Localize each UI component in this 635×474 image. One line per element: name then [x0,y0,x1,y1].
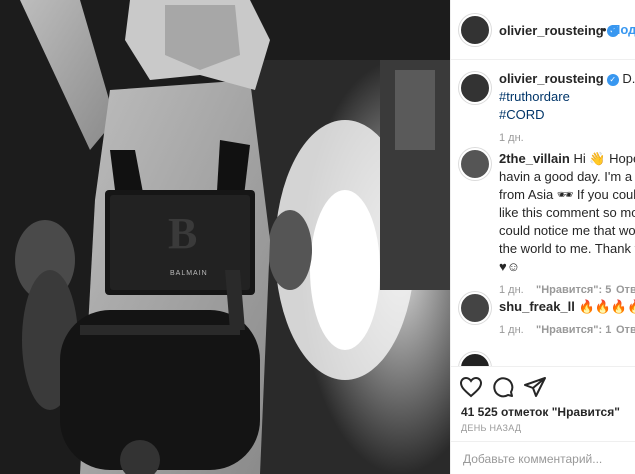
caption-username[interactable]: olivier_rousteing [499,71,604,86]
comment-text: the world to me. Thank yo [499,241,635,256]
post-actions: 41 525 отметок "Нравится" ДЕНЬ НАЗАД [451,366,635,474]
comment-text: could notice me that would [499,223,635,238]
follow-button[interactable]: Подп [611,22,635,37]
comments-list[interactable]: olivier_rousteing✓ D.A.R.I #truthordare … [451,60,635,366]
post-header: olivier_rousteing✓ • Подп [451,0,635,60]
comment-text: havin a good day. I'm a rap [499,169,635,184]
comment-likes[interactable]: "Нравится": 5 [536,284,611,296]
caption-time[interactable]: 1 дн. [499,132,524,144]
caption-text: D.A.R.I [622,71,635,86]
comment-avatar[interactable] [459,148,491,180]
caption-avatar[interactable] [459,72,491,104]
comment-likes[interactable]: "Нравится": 1 [536,324,611,336]
comment-username[interactable]: shu_freak_ll [499,299,575,314]
avatar[interactable] [459,14,491,46]
add-comment-input[interactable] [461,448,635,470]
post-photo-image [0,0,450,474]
comment-avatar[interactable] [459,292,491,324]
reply-button[interactable]: Отве [616,324,635,336]
bag-logo-letter: B [168,209,198,258]
header-dot: • [602,22,607,37]
hashtag-link[interactable]: #CORD [499,106,545,124]
comment-time[interactable]: 1 дн. [499,284,524,296]
comment-text: like this comment so more [499,205,635,220]
post-date[interactable]: ДЕНЬ НАЗАД [461,423,521,433]
comment-time[interactable]: 1 дн. [499,324,524,336]
comment-text: from Asia 🕶 If you could s [499,187,635,202]
comment-line: shu_freak_ll 🔥🔥🔥🔥❤ [499,298,635,316]
header-username[interactable]: olivier_rousteing [499,23,604,38]
add-comment-bar [451,441,635,474]
post-photo[interactable]: B BALMAIN [0,0,450,474]
comment-icon[interactable] [491,375,515,399]
likes-count[interactable]: 41 525 отметок "Нравится" [461,405,620,419]
comment-line: 2the_villain Hi 👋 Hope yo [499,150,635,168]
reply-button[interactable]: Отве [616,284,635,296]
comment-text: 🔥🔥🔥🔥❤ [578,299,635,314]
heart-icon[interactable] [459,375,483,399]
post-side-panel: olivier_rousteing✓ • Подп olivier_rouste… [450,0,635,474]
comment-avatar[interactable] [459,352,491,366]
bag-brand-text: BALMAIN [170,270,208,277]
share-icon[interactable] [523,375,547,399]
caption: olivier_rousteing✓ D.A.R.I [499,70,635,88]
comment-text: Hi 👋 Hope yo [573,151,635,166]
comment-text: ♥☺ [499,259,520,274]
comment-username[interactable]: 2the_villain [499,151,570,166]
hashtag-link[interactable]: #truthordare [499,88,570,106]
verified-icon: ✓ [606,73,619,86]
